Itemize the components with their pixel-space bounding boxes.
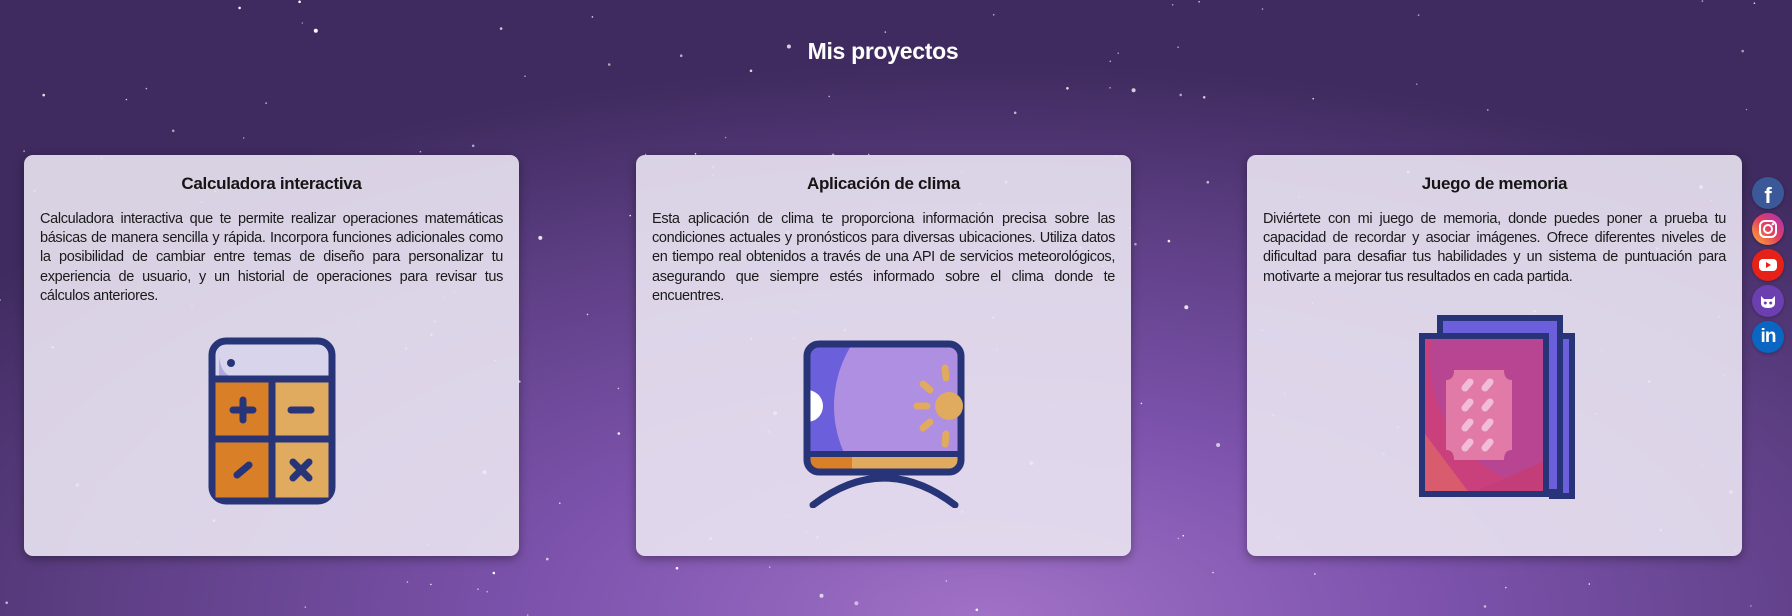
project-description: Calculadora interactiva que te permite r…	[40, 211, 503, 304]
github-link[interactable]	[1752, 285, 1784, 317]
linkedin-link[interactable]: in	[1752, 321, 1784, 353]
project-description: Esta aplicación de clima te proporciona …	[652, 211, 1115, 304]
memory-cards-icon	[1247, 310, 1742, 505]
instagram-icon	[1759, 220, 1777, 238]
project-card-calculator[interactable]: Calculadora interactiva Calculadora inte…	[24, 155, 519, 556]
calculator-icon	[24, 336, 519, 511]
facebook-icon: f	[1764, 183, 1772, 208]
instagram-link[interactable]	[1752, 213, 1784, 245]
youtube-icon	[1759, 259, 1777, 271]
youtube-link[interactable]	[1752, 249, 1784, 281]
github-icon	[1761, 296, 1775, 308]
weather-screen-icon	[636, 336, 1131, 513]
linkedin-icon: in	[1760, 326, 1777, 347]
page-title: Mis proyectos	[807, 38, 959, 64]
project-description: Diviértete con mi juego de memoria, dond…	[1263, 211, 1726, 285]
project-title: Juego de memoria	[1421, 174, 1568, 193]
project-card-weather[interactable]: Aplicación de clima Esta aplicación de c…	[636, 155, 1131, 556]
project-card-memory[interactable]: Juego de memoria Diviértete con mi juego…	[1247, 155, 1742, 556]
project-title: Calculadora interactiva	[181, 174, 362, 193]
facebook-link[interactable]: f	[1752, 177, 1784, 209]
project-title: Aplicación de clima	[806, 174, 961, 193]
